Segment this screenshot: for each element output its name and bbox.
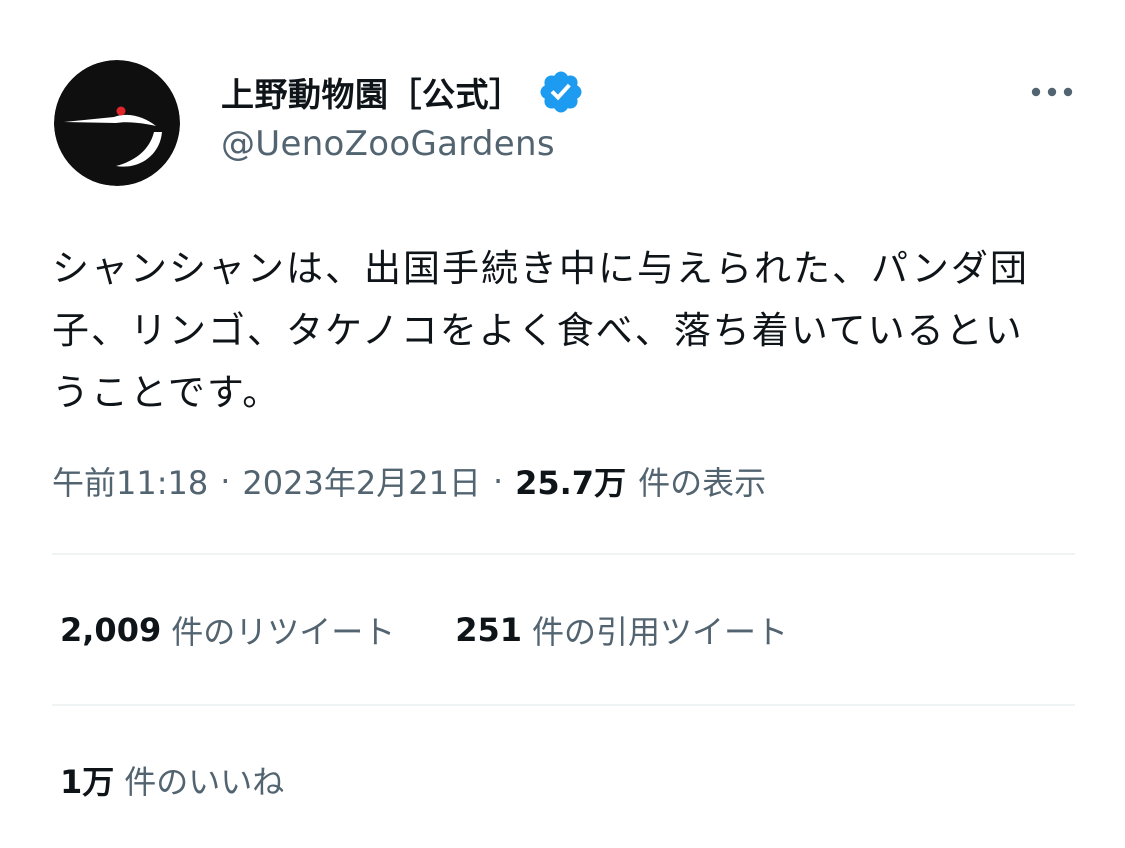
tweet-meta: 午前11:18 · 2023年2月21日 · 25.7万 件の表示 [52,458,766,504]
likes-stats-row: 1万 件のいいね [60,757,284,803]
likes-count: 1万 [60,763,115,801]
tweet-text: シャンシャンは、出国手続き中に与えられた、パンダ団子、リンゴ、タケノコをよく食べ… [52,247,1029,414]
likes-stat[interactable]: 1万 件のいいね [60,757,284,803]
meta-separator: · [492,462,504,500]
meta-separator: · [220,462,231,500]
retweets-label: 件のリツイート [171,613,396,651]
verified-badge-icon [537,68,585,116]
divider [52,704,1075,706]
likes-label: 件のいいね [124,763,285,801]
quote-tweets-stat[interactable]: 251 件の引用ツイート [455,607,788,653]
engagement-stats-row: 2,009 件のリツイート 251 件の引用ツイート [60,607,788,653]
quote-tweets-label: 件の引用ツイート [532,613,789,651]
account-handle[interactable]: @UenoZooGardens [221,124,555,164]
retweets-stat[interactable]: 2,009 件のリツイート [60,607,395,653]
tweet-time[interactable]: 午前11:18 [52,458,208,504]
ueno-zoo-crane-logo-icon [54,60,180,186]
more-options-button[interactable] [1026,72,1078,112]
views-count: 25.7万 [515,464,627,502]
divider [52,553,1075,555]
profile-avatar[interactable] [54,60,180,186]
more-dots-icon [1031,87,1073,97]
views-label: 件の表示 [638,464,767,502]
quote-tweets-count: 251 [455,611,523,649]
account-name-row: 上野動物園［公式］ [221,66,585,118]
retweets-count: 2,009 [60,611,162,649]
display-name[interactable]: 上野動物園［公式］ [221,68,523,116]
tweet-date[interactable]: 2023年2月21日 [242,458,481,504]
